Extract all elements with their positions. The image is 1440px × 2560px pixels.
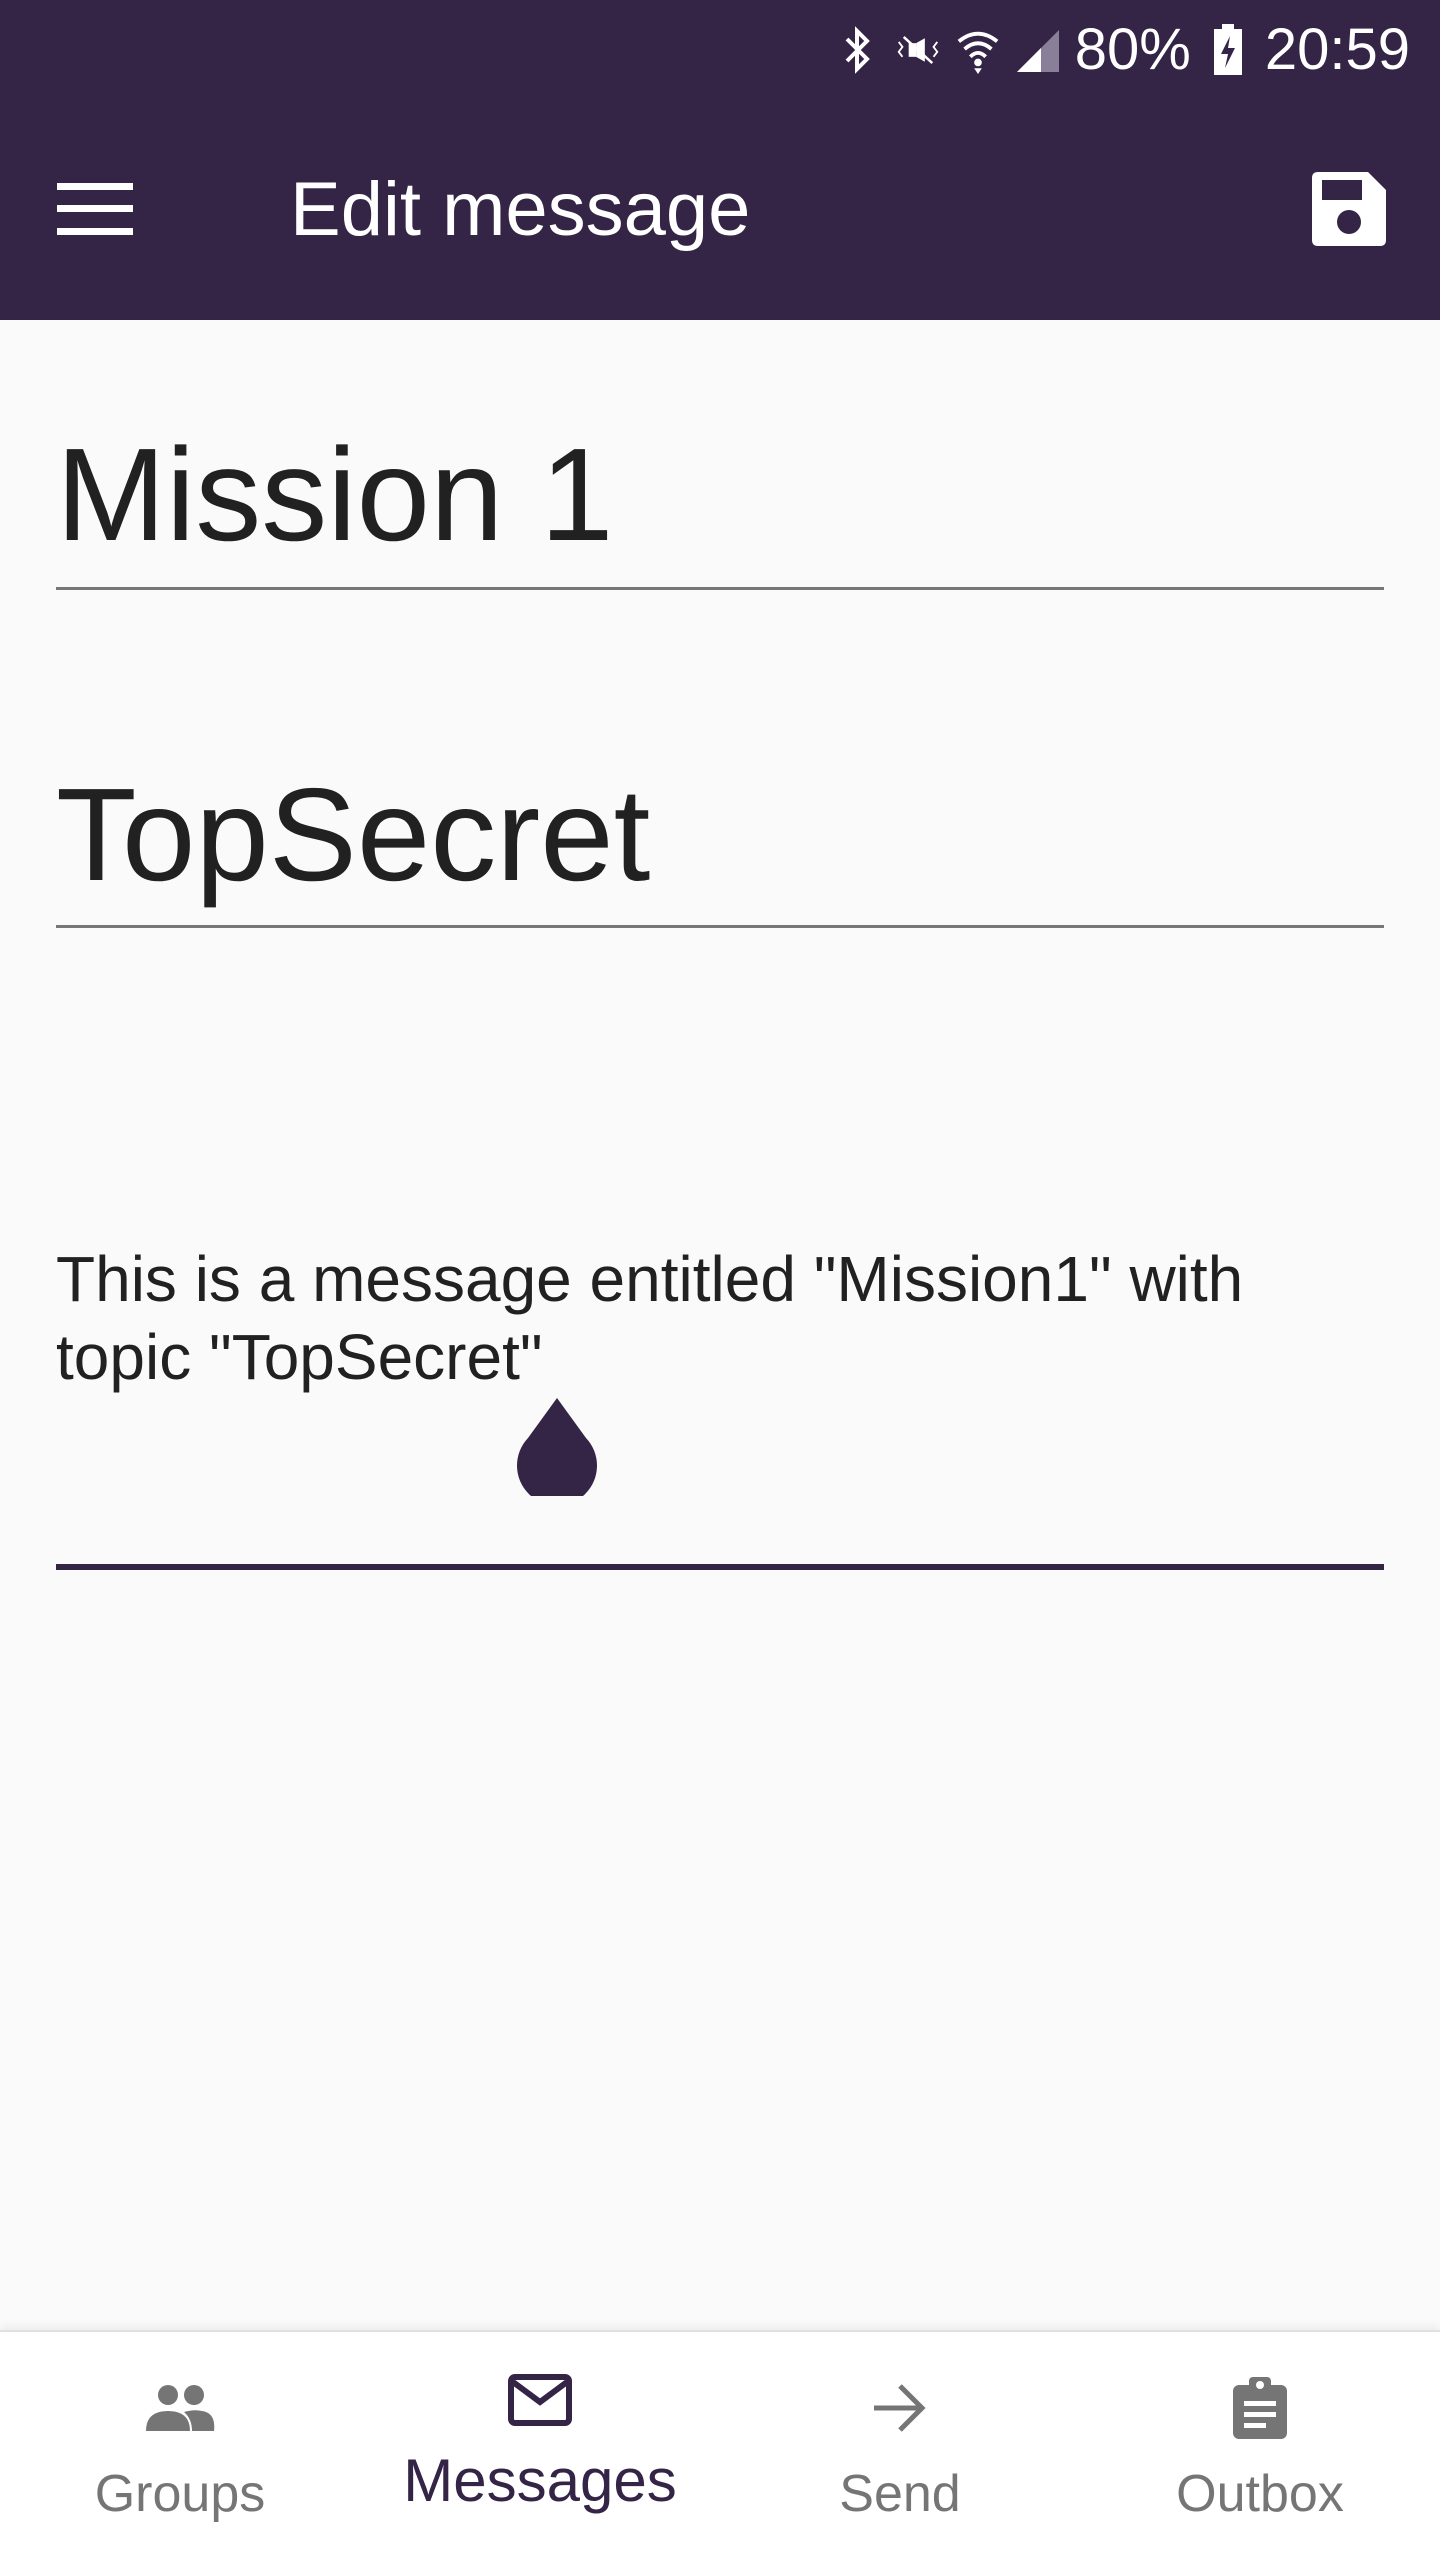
nav-item-groups[interactable]: Groups <box>0 2332 360 2560</box>
vibrate-mute-icon <box>895 25 941 75</box>
clipboard-icon <box>1220 2368 1300 2448</box>
nav-label-groups: Groups <box>94 2465 266 2523</box>
body-input[interactable]: This is a message entitled "Mission1" wi… <box>56 1240 1384 1396</box>
bluetooth-icon <box>835 25 881 75</box>
bottom-navigation: Groups Messages Send Outbox <box>0 2330 1440 2560</box>
arrow-right-icon <box>860 2368 940 2448</box>
nav-item-messages[interactable]: Messages <box>360 2332 720 2560</box>
clock: 20:59 <box>1264 17 1410 82</box>
text-cursor-handle[interactable] <box>516 1398 598 1506</box>
toolbar: Edit message <box>0 100 1440 320</box>
nav-item-send[interactable]: Send <box>720 2332 1080 2560</box>
wifi-icon <box>955 25 1001 75</box>
status-bar: 80% 20:59 <box>0 0 1440 100</box>
floppy-disk-icon <box>1312 171 1386 251</box>
message-body-field[interactable]: This is a message entitled "Mission1" wi… <box>56 1240 1384 1570</box>
page-title: Edit message <box>290 167 751 252</box>
nav-label-messages: Messages <box>403 2447 677 2514</box>
menu-button[interactable] <box>40 156 150 266</box>
topic-input[interactable] <box>56 750 1384 920</box>
app-bar: 80% 20:59 Edit message <box>0 0 1440 320</box>
message-topic-field[interactable] <box>56 750 1384 928</box>
cell-signal-icon <box>1015 25 1061 75</box>
nav-label-outbox: Outbox <box>1176 2465 1344 2523</box>
battery-percent: 80% <box>1074 17 1191 82</box>
battery-charging-icon <box>1205 24 1251 75</box>
nav-item-outbox[interactable]: Outbox <box>1080 2332 1440 2560</box>
mail-icon <box>500 2360 580 2440</box>
nav-label-send: Send <box>839 2465 961 2523</box>
title-input[interactable] <box>56 410 1384 580</box>
people-icon <box>140 2368 220 2448</box>
hamburger-menu-icon <box>57 182 133 240</box>
message-title-field[interactable] <box>56 410 1384 590</box>
save-button[interactable] <box>1294 156 1404 266</box>
